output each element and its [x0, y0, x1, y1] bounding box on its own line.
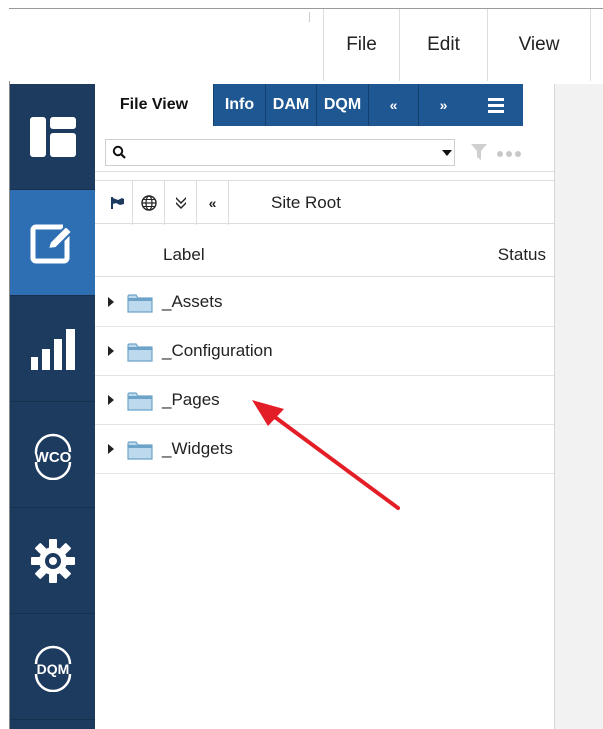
search-row [95, 126, 554, 172]
folder-icon [127, 294, 153, 313]
gear-icon [30, 538, 75, 583]
sidebar-item-dashboard[interactable] [10, 84, 95, 190]
more-options-icon[interactable] [497, 151, 521, 157]
expand-caret-icon[interactable] [108, 444, 114, 454]
svg-text:WCO: WCO [34, 449, 71, 466]
tree-item-label: _Pages [162, 390, 220, 409]
menu-file[interactable]: File [323, 9, 399, 81]
tree-item-widgets[interactable]: _Widgets [95, 425, 554, 474]
panel-menu-button[interactable] [468, 84, 523, 126]
svg-text:DQM: DQM [36, 661, 69, 677]
sidebar-item-analytics[interactable] [10, 296, 95, 402]
expand-caret-icon[interactable] [108, 395, 114, 405]
column-label[interactable]: Label [163, 245, 205, 265]
flag-button[interactable] [103, 181, 133, 225]
file-view-panel: File View Info DAM DQM « » « Site Root L… [95, 84, 554, 729]
tree-item-configuration[interactable]: _Configuration [95, 327, 554, 376]
sidebar-item-wco[interactable]: WCO [10, 402, 95, 508]
search-dropdown-button[interactable] [440, 141, 454, 164]
tab-file-view[interactable]: File View [95, 84, 213, 126]
filter-icon[interactable] [471, 144, 487, 160]
globe-icon [140, 195, 157, 211]
edit-icon [30, 220, 73, 263]
globe-button[interactable] [133, 181, 165, 225]
sidebar-item-settings[interactable] [10, 508, 95, 614]
folder-icon [127, 392, 153, 411]
hamburger-icon [487, 95, 504, 116]
tab-next-button[interactable]: » [418, 84, 468, 126]
dashboard-icon [29, 116, 76, 157]
tree-item-assets[interactable]: _Assets [95, 278, 554, 327]
wco-icon: WCO [34, 433, 71, 480]
tree-item-pages[interactable]: _Pages [95, 376, 554, 425]
menu-view[interactable]: View [487, 9, 591, 81]
bar-chart-icon [30, 328, 75, 370]
dqm-icon: DQM [34, 645, 71, 692]
menu-divider [309, 12, 310, 22]
folder-icon [127, 441, 153, 460]
folder-icon [127, 343, 153, 362]
back-button[interactable]: « [197, 181, 229, 225]
panel-tabs: File View Info DAM DQM « » [95, 84, 554, 126]
menu-edit[interactable]: Edit [399, 9, 487, 81]
search-box [105, 139, 455, 166]
tree-item-label: _Widgets [162, 439, 233, 458]
tab-dam[interactable]: DAM [265, 84, 316, 126]
column-status[interactable]: Status [498, 245, 546, 265]
flag-icon [110, 197, 124, 209]
right-panel-strip [554, 84, 603, 729]
double-chevron-down-icon [175, 197, 186, 209]
caret-down-icon [442, 149, 452, 156]
tree-item-label: _Configuration [162, 341, 273, 360]
expand-caret-icon[interactable] [108, 297, 114, 307]
tree-item-label: _Assets [162, 292, 223, 311]
search-input[interactable] [132, 142, 432, 163]
expand-caret-icon[interactable] [108, 346, 114, 356]
breadcrumb-site-root[interactable]: Site Root [229, 181, 341, 225]
app-sidebar: WCO DQM [10, 84, 95, 729]
tab-dqm[interactable]: DQM [316, 84, 368, 126]
sidebar-item-dqm[interactable]: DQM [10, 614, 95, 720]
search-icon [112, 145, 126, 159]
column-header: Label Status [95, 232, 554, 277]
expand-all-button[interactable] [165, 181, 197, 225]
tab-prev-button[interactable]: « [368, 84, 418, 126]
menu-bar: File Edit View [9, 9, 603, 81]
sidebar-item-edit[interactable] [10, 190, 95, 296]
tree-toolbar: « Site Root [95, 180, 554, 225]
tab-info[interactable]: Info [213, 84, 265, 126]
